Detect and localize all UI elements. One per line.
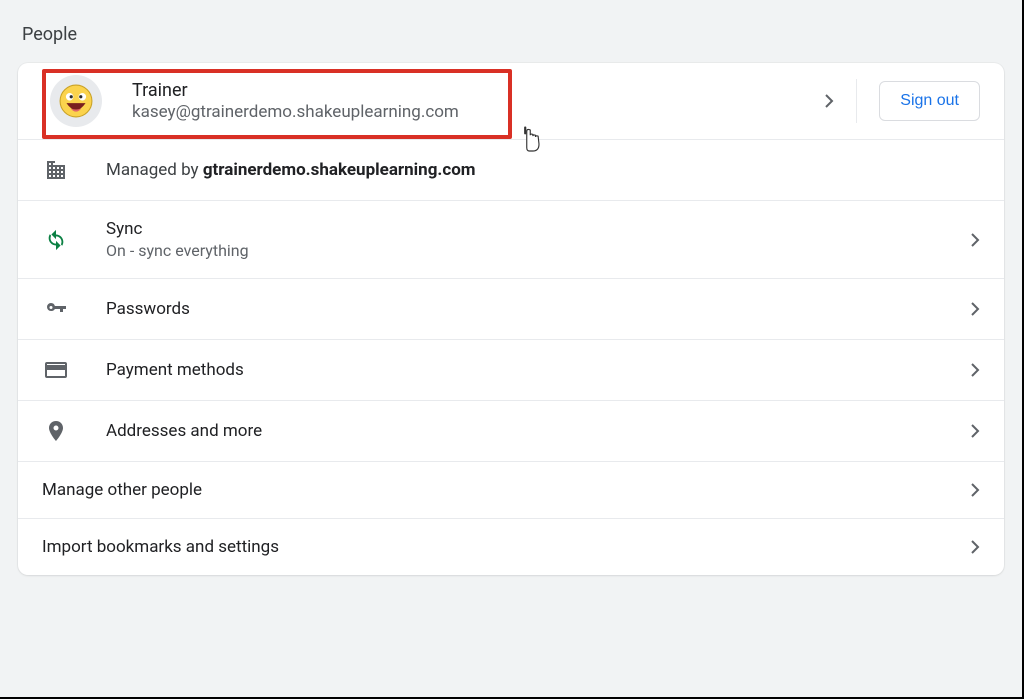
- people-card: Trainer kasey@gtrainerdemo.shakeuplearni…: [18, 63, 1004, 575]
- chevron-right-icon: [970, 233, 980, 247]
- sync-title: Sync: [106, 219, 958, 239]
- chevron-right-icon: [970, 540, 980, 554]
- addresses-label: Addresses and more: [106, 421, 958, 441]
- sign-out-button[interactable]: Sign out: [879, 81, 980, 121]
- sync-status: On - sync everything: [106, 241, 958, 260]
- section-title: People: [22, 24, 1000, 45]
- chevron-right-icon: [970, 363, 980, 377]
- import-bookmarks-row[interactable]: Import bookmarks and settings: [18, 519, 1004, 575]
- payment-methods-row[interactable]: Payment methods: [18, 340, 1004, 401]
- manage-people-label: Manage other people: [42, 480, 958, 500]
- import-label: Import bookmarks and settings: [42, 537, 958, 557]
- managed-by-row: Managed by gtrainerdemo.shakeuplearning.…: [18, 140, 1004, 201]
- domain-icon: [44, 158, 68, 182]
- passwords-row[interactable]: Passwords: [18, 279, 1004, 340]
- awesome-face-icon: [59, 84, 93, 118]
- chevron-right-icon[interactable]: [824, 94, 834, 108]
- passwords-label: Passwords: [106, 299, 958, 319]
- profile-row[interactable]: Trainer kasey@gtrainerdemo.shakeuplearni…: [18, 63, 1004, 140]
- chevron-right-icon: [970, 483, 980, 497]
- manage-people-row[interactable]: Manage other people: [18, 462, 1004, 519]
- location-icon: [44, 419, 68, 443]
- profile-name: Trainer: [132, 80, 812, 101]
- chevron-right-icon: [970, 424, 980, 438]
- sync-icon: [45, 229, 67, 251]
- credit-card-icon: [44, 358, 68, 382]
- key-icon: [44, 297, 68, 321]
- separator: [856, 79, 857, 123]
- payment-label: Payment methods: [106, 360, 958, 380]
- addresses-row[interactable]: Addresses and more: [18, 401, 1004, 462]
- managed-by-text: Managed by gtrainerdemo.shakeuplearning.…: [106, 160, 980, 180]
- chevron-right-icon: [970, 302, 980, 316]
- profile-email: kasey@gtrainerdemo.shakeuplearning.com: [132, 102, 812, 122]
- sync-row[interactable]: Sync On - sync everything: [18, 201, 1004, 279]
- avatar: [50, 75, 102, 127]
